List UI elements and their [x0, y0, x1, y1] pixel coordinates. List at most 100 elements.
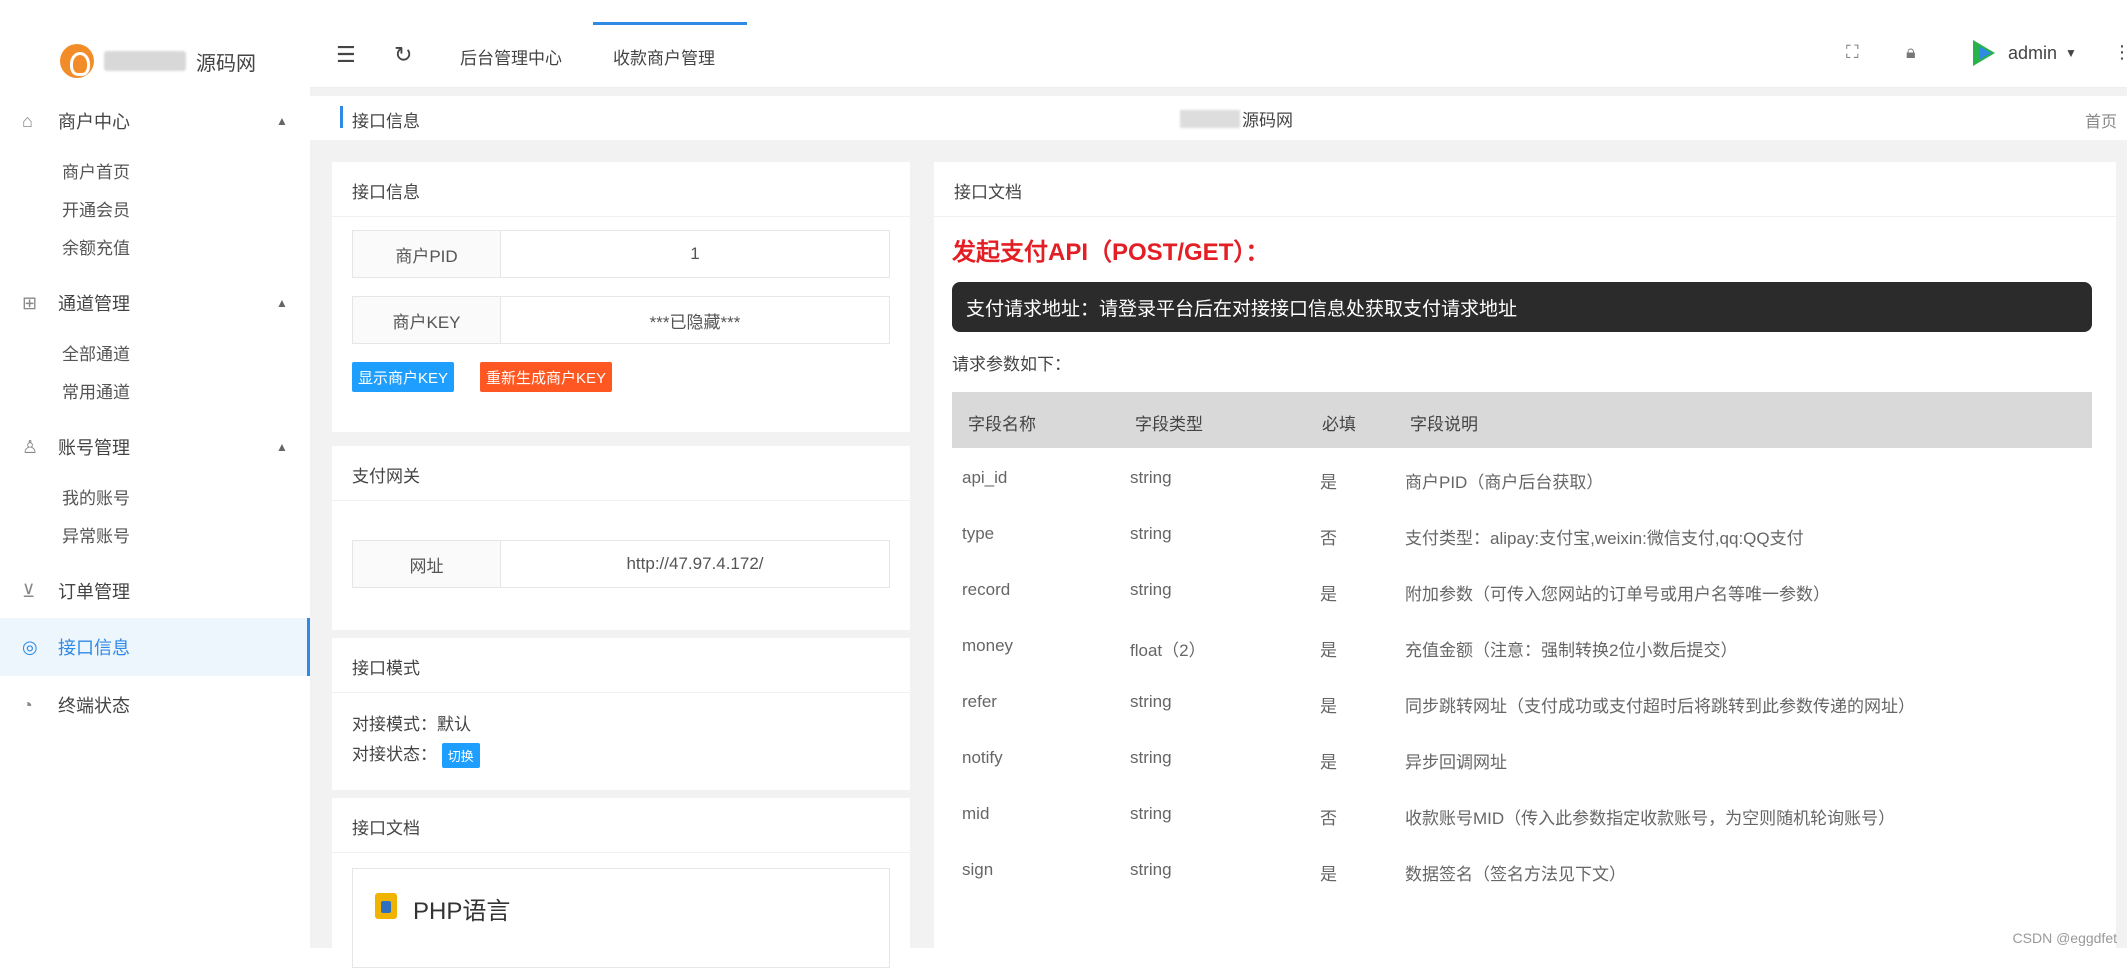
- sidebar-item-label: 终端状态: [58, 696, 130, 716]
- watermark: CSDN @eggdfet: [2012, 930, 2117, 946]
- table-row: record string 是 附加参数（可传入您网站的订单号或用户名等唯一参数…: [952, 562, 2092, 618]
- cell-description: 收款账号MID（传入此参数指定收款账号，为空则随机轮询账号）: [1405, 809, 1896, 828]
- cell-field: refer: [962, 692, 997, 711]
- cell-description: 数据签名（签名方法见下文）: [1405, 865, 1626, 884]
- request-url-box: 支付请求地址：请登录平台后在对接接口信息处获取支付请求地址: [952, 282, 2092, 332]
- sidebar-item-my-accounts[interactable]: 我的账号: [62, 484, 130, 509]
- sidebar-item-abnormal-accounts[interactable]: 异常账号: [62, 522, 130, 547]
- merchant-key-label: 商户KEY: [353, 297, 501, 343]
- logo[interactable]: 源码网: [60, 36, 256, 86]
- cell-type: string: [1130, 692, 1172, 711]
- breadcrumb-current: 接口信息: [352, 112, 420, 131]
- table-row: refer string 是 同步跳转网址（支付成功或支付超时后将跳转到此参数传…: [952, 674, 2092, 730]
- sidebar-item-balance-recharge[interactable]: 余额充值: [62, 234, 130, 259]
- sidebar-group-merchant[interactable]: ⌂ 商户中心 ▲: [0, 94, 310, 148]
- tab-admin-center[interactable]: 后台管理中心: [460, 44, 562, 69]
- api-doc-card: 接口文档 PHP语言: [332, 798, 910, 968]
- cell-field: sign: [962, 860, 994, 879]
- merchant-key-row: 商户KEY ***已隐藏***: [352, 296, 890, 344]
- top-bar: ☰ ↻ 后台管理中心 收款商户管理 ⛶ 🔒︎ admin ▼ ⋮: [310, 22, 2127, 88]
- cell-field: notify: [962, 748, 1003, 767]
- php-label: PHP语言: [413, 898, 511, 925]
- refresh-icon[interactable]: ↻: [394, 42, 412, 68]
- cell-type: string: [1130, 748, 1172, 767]
- sidebar-item-terminal-status[interactable]: ◔ 终端状态: [0, 678, 310, 732]
- cell-description: 附加参数（可传入您网站的订单号或用户名等唯一参数）: [1405, 585, 1830, 604]
- switch-button[interactable]: 切换: [441, 743, 480, 769]
- api-status-label: 对接状态：: [352, 745, 437, 764]
- tab-merchant-management[interactable]: 收款商户管理: [613, 44, 715, 69]
- card-title: 支付网关: [352, 467, 420, 486]
- merchant-pid-value: 1: [690, 244, 700, 263]
- card-title: 接口文档: [352, 819, 420, 838]
- cell-required: 是: [1320, 585, 1337, 604]
- merchant-pid-label: 商户PID: [353, 231, 501, 277]
- breadcrumb-home-link[interactable]: 首页: [2085, 108, 2117, 132]
- cell-description: 支付类型：alipay:支付宝,weixin:微信支付,qq:QQ支付: [1405, 529, 1804, 548]
- hamburger-icon[interactable]: ☰: [336, 42, 356, 68]
- gateway-url-label: 网址: [353, 541, 501, 587]
- params-table-header: 字段名称 字段类型 必填 字段说明: [952, 392, 2092, 448]
- show-key-button[interactable]: 显示商户KEY: [352, 362, 455, 392]
- api-heading: 发起支付API（POST/GET）：: [952, 239, 1270, 266]
- user-icon: ♙: [22, 436, 39, 457]
- regenerate-key-button[interactable]: 重新生成商户KEY: [480, 362, 613, 392]
- sidebar-item-api-info[interactable]: ◎ 接口信息: [0, 618, 310, 676]
- avatar: [1970, 38, 2000, 68]
- gateway-url-row: 网址 http://47.97.4.172/: [352, 540, 890, 588]
- sidebar-item-common-channels[interactable]: 常用通道: [62, 378, 130, 403]
- php-language-block[interactable]: PHP语言: [352, 868, 890, 968]
- blurred-text: [1180, 109, 1240, 128]
- user-menu[interactable]: admin ▼: [1970, 38, 2077, 68]
- site-name: 源码网: [1180, 106, 1293, 131]
- gateway-url-value: http://47.97.4.172/: [626, 554, 764, 573]
- table-row: mid string 否 收款账号MID（传入此参数指定收款账号，为空则随机轮询…: [952, 786, 2092, 842]
- sidebar-group-label: 账号管理: [58, 438, 130, 458]
- cell-description: 异步回调网址: [1405, 753, 1507, 772]
- column-header: 字段类型: [1135, 415, 1203, 434]
- logo-icon: [60, 44, 94, 78]
- api-mode-card: 接口模式 对接模式：默认 对接状态： 切换: [332, 638, 910, 790]
- cell-required: 是: [1320, 641, 1337, 660]
- cell-required: 否: [1320, 809, 1337, 828]
- sidebar-item-orders[interactable]: ⊻ 订单管理: [0, 564, 310, 618]
- app: 源码网 ⌂ 商户中心 ▲ 商户首页 开通会员 余额充值 ⊞ 通道管理 ▲ 全部通…: [0, 22, 2127, 968]
- cell-field: type: [962, 524, 995, 543]
- merchant-pid-row: 商户PID 1: [352, 230, 890, 278]
- cell-description: 同步跳转网址（支付成功或支付超时后将跳转到此参数传递的网址）: [1405, 697, 1915, 716]
- table-row: sign string 是 数据签名（签名方法见下文）: [952, 842, 2092, 898]
- channel-icon: ⊞: [22, 292, 38, 313]
- sidebar-item-open-member[interactable]: 开通会员: [62, 196, 130, 221]
- params-label: 请求参数如下：: [952, 355, 1071, 374]
- lock-icon[interactable]: 🔒︎: [1906, 42, 1916, 63]
- sidebar-group-label: 通道管理: [58, 294, 130, 314]
- cell-type: string: [1130, 580, 1172, 599]
- sidebar-item-merchant-home[interactable]: 商户首页: [62, 158, 130, 183]
- column-header: 字段名称: [968, 415, 1036, 434]
- table-row: api_id string 是 商户PID（商户后台获取）: [952, 450, 2092, 506]
- sidebar-group-accounts[interactable]: ♙ 账号管理 ▲: [0, 420, 310, 474]
- doc-panel-title: 接口文档: [954, 183, 1022, 202]
- sidebar-item-label: 接口信息: [58, 638, 130, 658]
- caret-up-icon: ▲: [276, 440, 288, 454]
- fullscreen-icon[interactable]: ⛶: [1846, 42, 1859, 63]
- target-icon: ◎: [22, 636, 38, 657]
- column-header: 必填: [1322, 415, 1356, 434]
- table-row: money float（2） 是 充值金额（注意：强制转换2位小数后提交）: [952, 618, 2092, 674]
- cell-field: record: [962, 580, 1011, 599]
- cell-description: 充值金额（注意：强制转换2位小数后提交）: [1405, 641, 1738, 660]
- more-vertical-icon[interactable]: ⋮: [2113, 42, 2127, 63]
- card-title: 接口模式: [352, 659, 420, 678]
- cell-required: 否: [1320, 529, 1337, 548]
- logo-text: 源码网: [196, 52, 256, 75]
- sidebar-item-label: 订单管理: [58, 582, 130, 602]
- cell-required: 是: [1320, 753, 1337, 772]
- home-icon: ⌂: [22, 110, 33, 131]
- cell-type: string: [1130, 468, 1172, 487]
- card-title: 接口信息: [352, 183, 420, 202]
- username: admin: [2008, 42, 2058, 63]
- php-icon: [375, 893, 397, 919]
- sidebar-item-all-channels[interactable]: 全部通道: [62, 340, 130, 365]
- caret-up-icon: ▲: [276, 296, 288, 310]
- sidebar-group-channels[interactable]: ⊞ 通道管理 ▲: [0, 276, 310, 330]
